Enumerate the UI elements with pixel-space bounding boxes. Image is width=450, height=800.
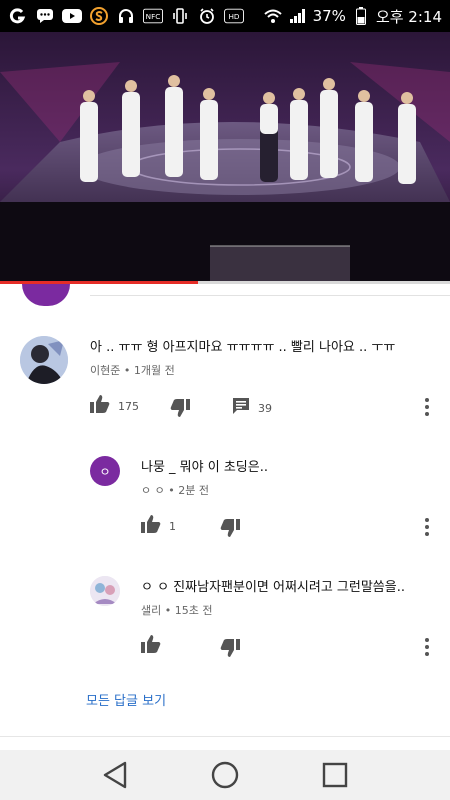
battery-percent: 37% xyxy=(312,7,346,25)
avatar-initial: ㅇ xyxy=(99,464,111,479)
thumbs-up-icon xyxy=(141,635,161,657)
reply-count: 39 xyxy=(258,401,272,415)
g-logo-icon xyxy=(8,6,28,26)
nfc-icon: NFC xyxy=(143,6,163,26)
thumbs-down-icon xyxy=(220,639,240,661)
back-button[interactable] xyxy=(95,755,135,795)
nfc-label: NFC xyxy=(146,12,161,21)
headset-icon xyxy=(116,6,136,26)
youtube-icon xyxy=(62,6,82,26)
avatar[interactable] xyxy=(90,576,120,606)
home-circle-icon xyxy=(211,761,239,789)
comment-meta: 이현준 • 1개월 전 xyxy=(90,364,175,377)
like-count: 175 xyxy=(118,399,139,413)
reply-text: ㅇ ㅇ 진짜남자팬분이면 어쩌시려고 그런말씀을.. xyxy=(141,580,405,595)
avatar[interactable] xyxy=(20,336,68,384)
comment-text: 아 .. ㅠㅠ 형 아프지마요 ㅠㅠㅠㅠ .. 빨리 나아요 .. ㅜㅠ xyxy=(90,340,396,355)
previous-comment-avatar xyxy=(22,284,70,306)
battery-icon xyxy=(351,6,371,26)
comment-bubble-icon xyxy=(232,397,250,419)
show-all-replies-link[interactable]: 모든 답글 보기 xyxy=(86,690,166,709)
dislike-button[interactable] xyxy=(170,399,190,421)
divider xyxy=(90,295,450,296)
clock: 오후 2:14 xyxy=(375,7,442,26)
more-options-icon[interactable] xyxy=(424,518,430,536)
vibrate-icon xyxy=(170,6,190,26)
home-button[interactable] xyxy=(205,755,245,795)
hd-label: HD xyxy=(228,12,239,21)
s-app-icon xyxy=(89,6,109,26)
status-bar: NFC HD 37% 오후 2:14 xyxy=(0,0,450,32)
like-button[interactable] xyxy=(141,635,161,657)
reply-meta: 샐리 • 15초 전 xyxy=(141,604,213,617)
navigation-bar xyxy=(0,750,450,800)
thumbs-up-icon xyxy=(141,515,161,537)
thumbs-down-icon xyxy=(220,519,240,541)
reply-text: 나뭉 _ 뭐야 이 초딩은.. xyxy=(141,460,268,475)
thumbs-up-icon xyxy=(90,395,110,417)
avatar[interactable]: ㅇ xyxy=(90,456,120,486)
recents-square-icon xyxy=(322,762,348,788)
video-frame xyxy=(0,32,450,282)
more-options-icon[interactable] xyxy=(424,638,430,656)
thumbs-down-icon xyxy=(170,399,190,421)
status-notification-icons: NFC HD xyxy=(8,6,244,26)
hd-icon: HD xyxy=(224,6,244,26)
back-triangle-icon xyxy=(103,761,127,789)
signal-icon xyxy=(288,6,308,26)
alarm-icon xyxy=(197,6,217,26)
video-player[interactable] xyxy=(0,32,450,282)
wifi-icon xyxy=(263,6,283,26)
reply-meta: ㅇ ㅇ • 2분 전 xyxy=(141,484,209,497)
like-button[interactable]: 175 xyxy=(90,395,139,417)
more-options-icon[interactable] xyxy=(424,398,430,416)
like-count: 1 xyxy=(169,519,176,533)
divider xyxy=(0,736,450,737)
like-button[interactable]: 1 xyxy=(141,515,176,537)
dislike-button[interactable] xyxy=(220,639,240,661)
dislike-button[interactable] xyxy=(220,519,240,541)
status-right: 37% 오후 2:14 xyxy=(263,6,442,27)
reply-button[interactable]: 39 xyxy=(232,397,272,419)
recents-button[interactable] xyxy=(315,755,355,795)
chat-icon xyxy=(35,6,55,26)
